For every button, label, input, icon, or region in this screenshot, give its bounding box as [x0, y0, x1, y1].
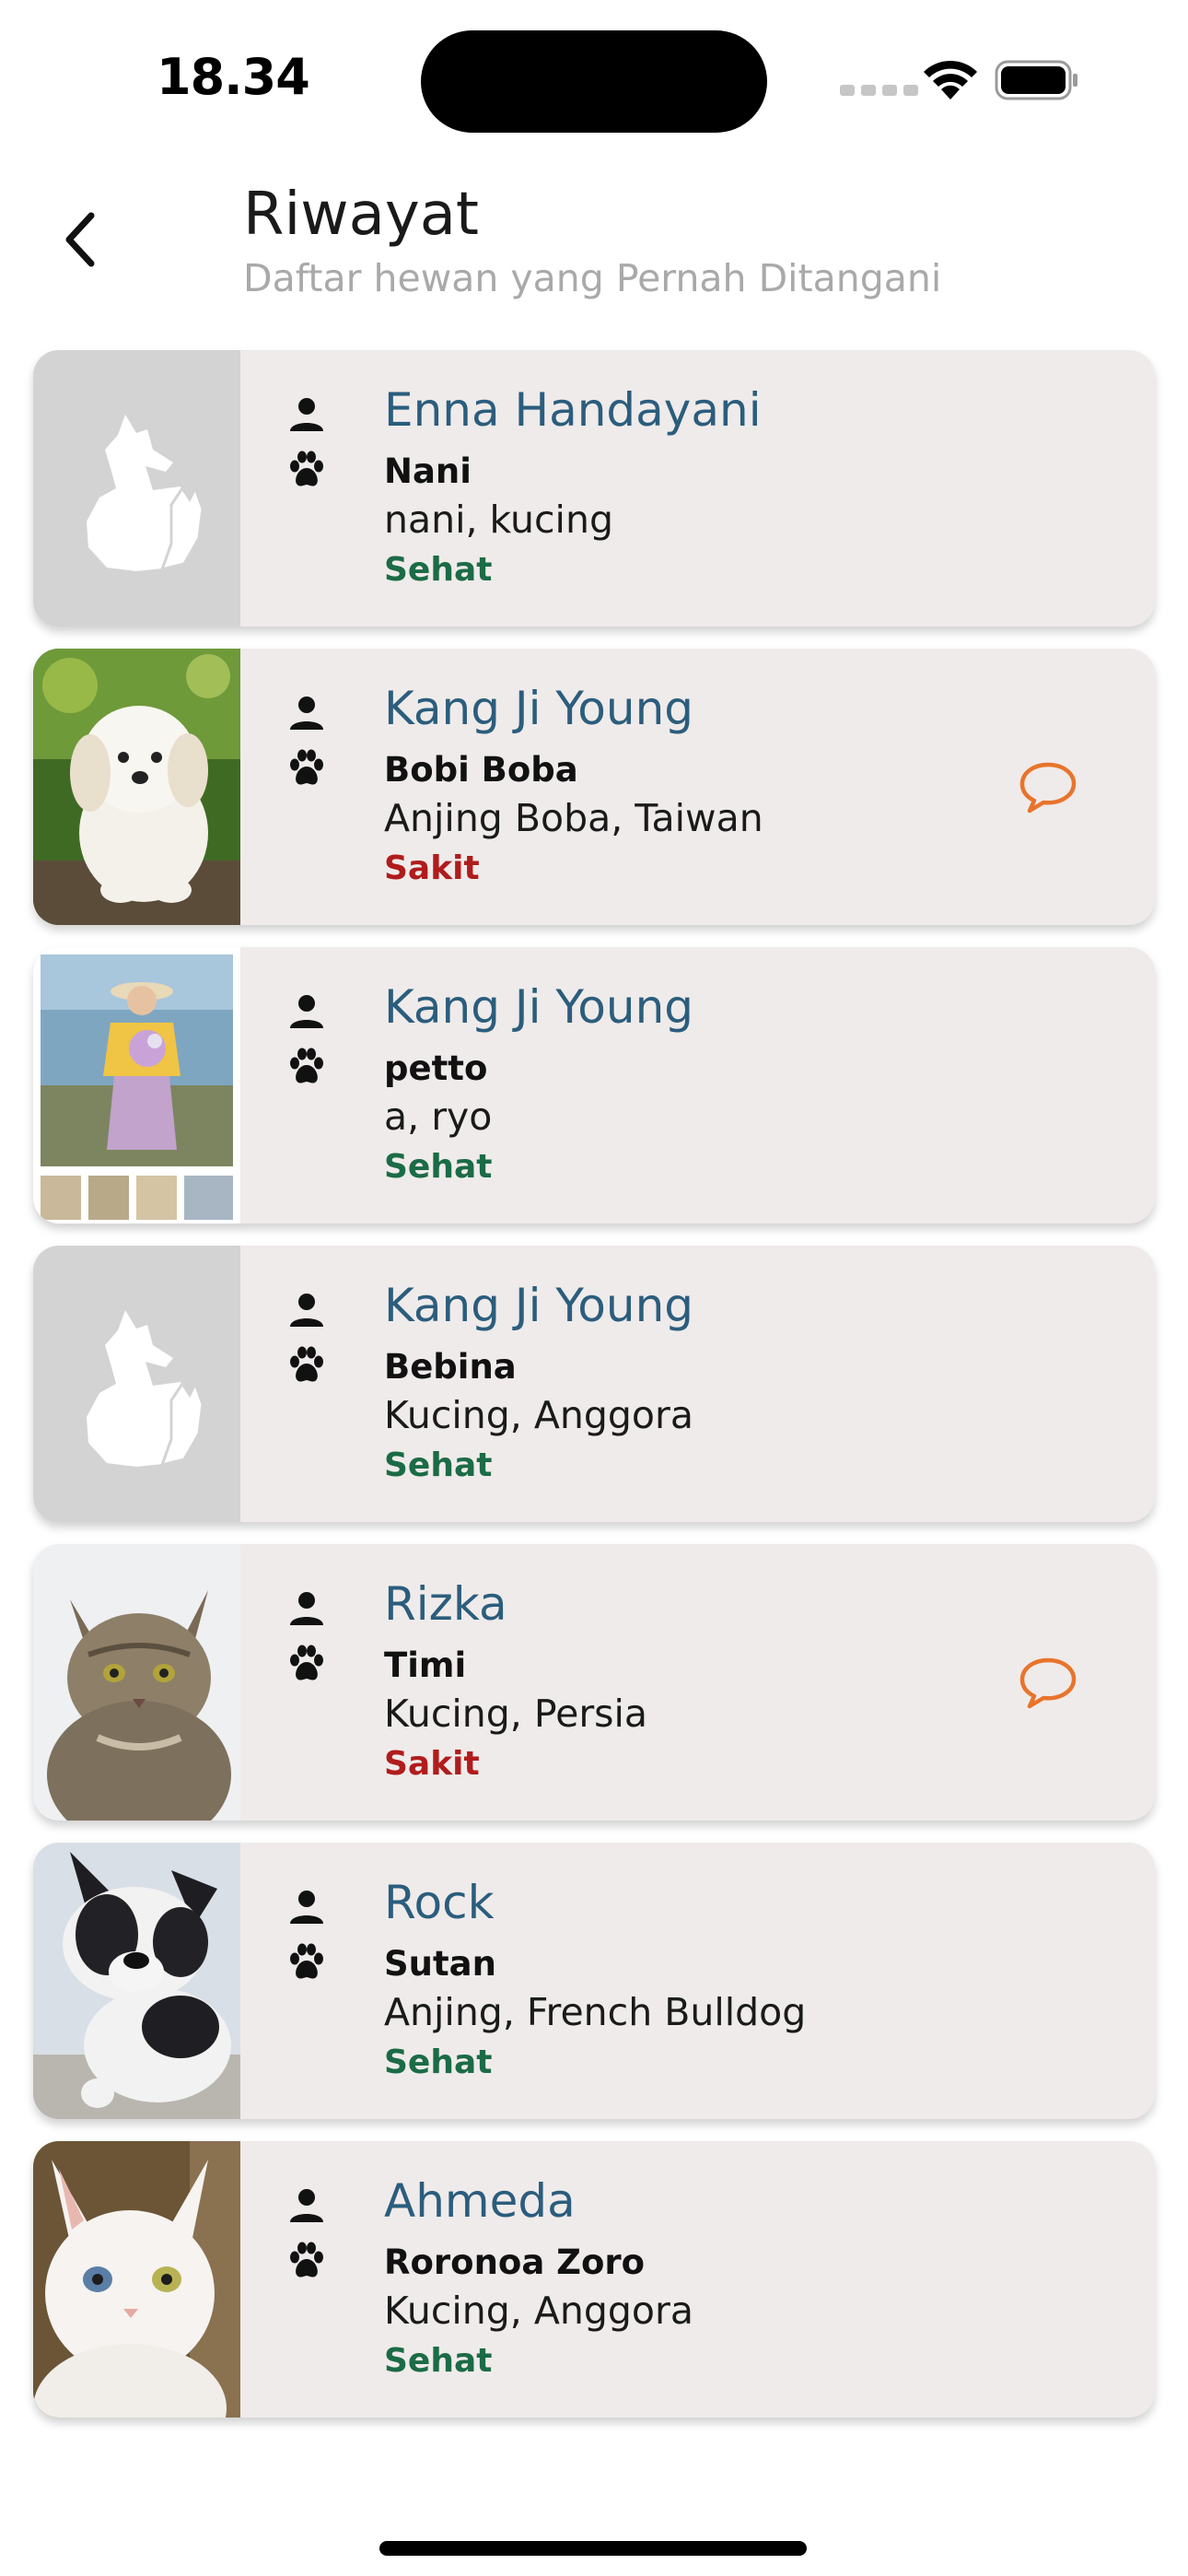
health-status: Sehat — [384, 551, 493, 589]
owner-name: Kang Ji Young — [384, 980, 694, 1034]
paw-icon — [290, 1645, 323, 1680]
card-info: Rizka Timi Kucing, Persia Sakit — [286, 1544, 1007, 1821]
card-info: Enna Handayani Nani nani, kucing Sehat — [286, 350, 1007, 626]
home-indicator — [379, 2541, 807, 2556]
chat-bubble-icon[interactable] — [1019, 759, 1077, 814]
owner-name: Rock — [384, 1876, 495, 1929]
owner-name: Kang Ji Young — [384, 682, 694, 735]
card-info: Kang Ji Young Bobi Boba Anjing Boba, Tai… — [286, 649, 1007, 925]
person-icon — [290, 697, 323, 730]
pet-name: Bebina — [384, 1347, 517, 1387]
puppy-photo — [33, 649, 240, 925]
health-status: Sakit — [384, 849, 480, 887]
pet-species-breed: Kucing, Persia — [384, 1692, 648, 1736]
person-icon — [290, 1294, 323, 1327]
person-icon — [290, 2189, 323, 2222]
woman-photo — [33, 947, 240, 1224]
paw-icon — [290, 1346, 323, 1382]
health-status: Sehat — [384, 2043, 493, 2081]
chat-bubble-icon[interactable] — [1019, 1655, 1077, 1710]
paw-icon — [290, 1943, 323, 1979]
page-subtitle: Daftar hewan yang Pernah Ditangani — [243, 256, 942, 300]
pet-species-breed: Anjing Boba, Taiwan — [384, 796, 763, 840]
pet-name: Sutan — [384, 1944, 496, 1984]
pet-name: Nani — [384, 451, 472, 491]
health-status: Sakit — [384, 1745, 480, 1783]
person-icon — [290, 398, 323, 431]
card-info: Rock Sutan Anjing, French Bulldog Sehat — [286, 1843, 1007, 2119]
pet-placeholder-icon — [33, 1246, 240, 1522]
owner-name: Rizka — [384, 1577, 507, 1631]
history-card-5[interactable]: Rizka Timi Kucing, Persia Sakit — [33, 1544, 1155, 1821]
pet-species-breed: Kucing, Anggora — [384, 1393, 693, 1437]
owner-name: Kang Ji Young — [384, 1279, 694, 1332]
pet-species-breed: nani, kucing — [384, 498, 613, 542]
history-card-4[interactable]: Kang Ji Young Bebina Kucing, Anggora Seh… — [33, 1246, 1155, 1522]
paw-icon — [290, 2242, 323, 2277]
card-info: Ahmeda Roronoa Zoro Kucing, Anggora Seha… — [286, 2141, 1007, 2418]
paw-icon — [290, 451, 323, 486]
history-list: Enna Handayani Nani nani, kucing Sehat K… — [33, 350, 1155, 2440]
dynamic-island — [421, 30, 767, 133]
cellular-signal-icon — [840, 85, 918, 96]
pet-name: Bobi Boba — [384, 750, 578, 790]
battery-icon — [995, 60, 1077, 100]
white-cat-photo — [33, 2141, 240, 2418]
bulldog-photo — [33, 1843, 240, 2119]
history-card-1[interactable]: Enna Handayani Nani nani, kucing Sehat — [33, 350, 1155, 626]
card-info: Kang Ji Young Bebina Kucing, Anggora Seh… — [286, 1246, 1007, 1522]
pet-species-breed: a, ryo — [384, 1095, 493, 1139]
back-button[interactable] — [48, 203, 112, 276]
pet-placeholder-icon — [33, 350, 240, 626]
paw-icon — [290, 1048, 323, 1083]
card-info: Kang Ji Young petto a, ryo Sehat — [286, 947, 1007, 1224]
pet-species-breed: Anjing, French Bulldog — [384, 1990, 807, 2034]
pet-name: Timi — [384, 1645, 467, 1685]
owner-name: Ahmeda — [384, 2174, 576, 2228]
history-card-3[interactable]: Kang Ji Young petto a, ryo Sehat — [33, 947, 1155, 1224]
chevron-left-icon — [65, 212, 95, 267]
health-status: Sehat — [384, 1148, 493, 1186]
person-icon — [290, 1592, 323, 1625]
status-time: 18.34 — [157, 48, 310, 106]
owner-name: Enna Handayani — [384, 383, 762, 437]
status-bar: 18.34 — [0, 0, 1188, 138]
health-status: Sehat — [384, 2342, 493, 2380]
pet-species-breed: Kucing, Anggora — [384, 2289, 693, 2333]
history-card-7[interactable]: Ahmeda Roronoa Zoro Kucing, Anggora Seha… — [33, 2141, 1155, 2418]
history-card-6[interactable]: Rock Sutan Anjing, French Bulldog Sehat — [33, 1843, 1155, 2119]
paw-icon — [290, 749, 323, 785]
pet-name: Roronoa Zoro — [384, 2242, 646, 2282]
health-status: Sehat — [384, 1446, 493, 1484]
wifi-icon — [924, 60, 977, 100]
history-card-2[interactable]: Kang Ji Young Bobi Boba Anjing Boba, Tai… — [33, 649, 1155, 925]
page-title: Riwayat — [243, 181, 479, 249]
person-icon — [290, 1891, 323, 1924]
tabby-cat-photo — [33, 1544, 240, 1821]
person-icon — [290, 995, 323, 1028]
pet-name: petto — [384, 1048, 488, 1088]
